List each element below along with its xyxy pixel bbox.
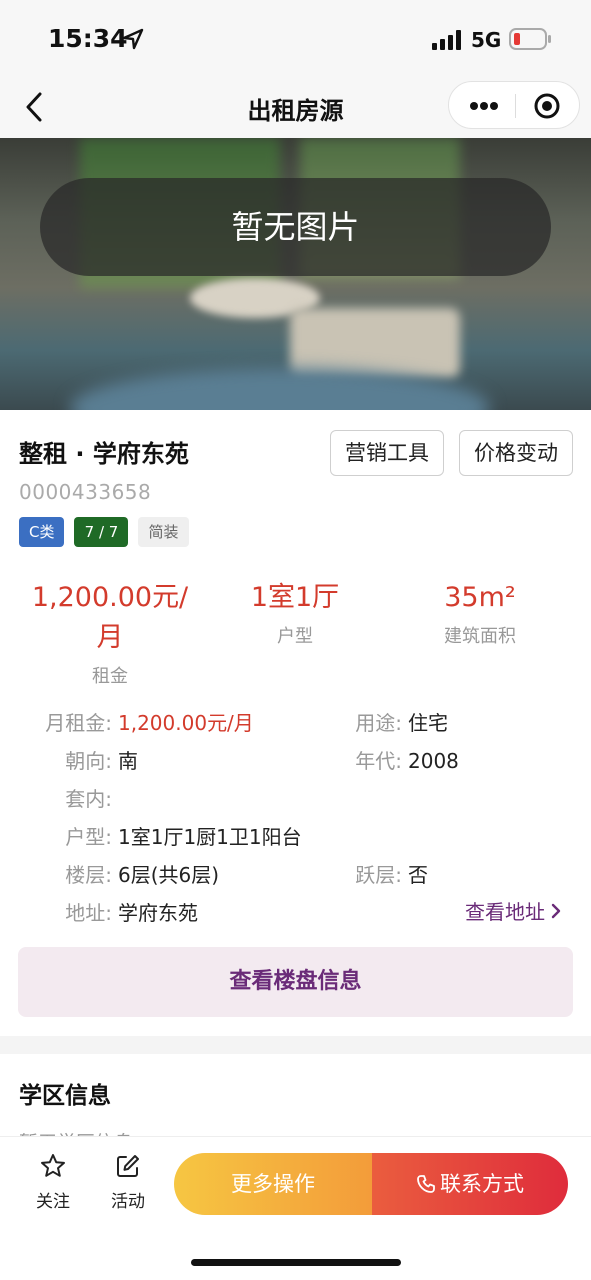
network-type: 5G (471, 28, 502, 52)
monthly-rent-label: 月租金: (45, 711, 112, 735)
area-stat: 35m² 建筑面积 (400, 578, 560, 648)
address-label: 地址: (65, 901, 112, 925)
floor-row: 楼层: 6层(共6层) (0, 859, 219, 888)
nav-bar: 出租房源 (0, 80, 591, 138)
price-change-button[interactable]: 价格变动 (459, 430, 573, 476)
star-icon (41, 1154, 65, 1177)
inner-area-label: 套内: (65, 787, 112, 811)
view-building-info-button[interactable]: 查看楼盘信息 (18, 947, 573, 1017)
view-address-link[interactable]: 查看地址 (465, 896, 561, 925)
floor-badge: 7 / 7 (74, 517, 129, 547)
layout-detail-value: 1室1厅1厨1卫1阳台 (118, 825, 302, 849)
location-arrow-icon (122, 28, 144, 50)
marketing-tools-button[interactable]: 营销工具 (330, 430, 444, 476)
edit-icon (117, 1155, 139, 1177)
listing-code: 0000433658 (19, 480, 152, 504)
address-row: 地址: 学府东苑 (0, 897, 198, 926)
signal-icon (432, 30, 461, 50)
orientation-value: 南 (118, 749, 138, 773)
year-label: 年代: (355, 749, 402, 773)
chevron-right-icon (551, 903, 561, 919)
no-image-overlay: 暂无图片 (40, 178, 551, 276)
more-actions-button[interactable]: 更多操作 (174, 1153, 372, 1215)
bottom-action-bar: 关注 活动 更多操作 联系方式 (0, 1136, 591, 1280)
more-dots-icon[interactable] (469, 96, 499, 116)
address-value: 学府东苑 (118, 901, 198, 925)
monthly-rent-value: 1,200.00元/月 (118, 711, 254, 735)
status-time: 15:34 (48, 24, 128, 53)
listing-photo[interactable]: 暂无图片 (0, 138, 591, 410)
status-bar: 15:34 5G (0, 0, 591, 80)
rent-value-line1: 1,200.00元/ (31, 582, 189, 613)
miniprogram-capsule (448, 81, 580, 129)
layout-stat: 1室1厅 户型 (200, 578, 390, 648)
usage-row: 用途: 住宅 (330, 707, 448, 736)
orientation-row: 朝向: 南 (0, 745, 138, 774)
usage-label: 用途: (355, 711, 402, 735)
duplex-label: 跃层: (355, 863, 402, 887)
year-row: 年代: 2008 (330, 745, 459, 774)
layout-label: 户型 (277, 626, 313, 647)
listing-detail-card: 整租 · 学府东苑 营销工具 价格变动 0000433658 C类 7 / 7 … (0, 410, 591, 1036)
decoration-badge: 简装 (138, 517, 189, 547)
category-badge: C类 (19, 517, 65, 547)
layout-row: 户型: 1室1厅1厨1卫1阳台 (0, 821, 302, 850)
phone-icon (417, 1175, 435, 1193)
battery-icon (509, 28, 551, 50)
orientation-label: 朝向: (65, 749, 112, 773)
listing-tags: C类 7 / 7 简装 (19, 517, 189, 547)
contact-label: 联系方式 (440, 1172, 524, 1196)
year-value: 2008 (408, 749, 459, 773)
area-value: 35m² (444, 582, 516, 613)
follow-button[interactable]: 关注 (18, 1153, 88, 1212)
layout-detail-label: 户型: (65, 825, 112, 849)
view-address-label: 查看地址 (465, 900, 545, 924)
rent-value-line2: 月 (96, 622, 124, 653)
floor-label: 楼层: (65, 863, 112, 887)
rent-stat: 1,200.00元/ 月 租金 (20, 578, 200, 688)
target-icon[interactable] (533, 92, 561, 120)
photo-sofa (290, 308, 460, 378)
listing-title: 整租 · 学府东苑 (19, 440, 189, 468)
duplex-row: 跃层: 否 (330, 859, 428, 888)
home-indicator (191, 1259, 401, 1266)
usage-value: 住宅 (408, 711, 448, 735)
layout-value: 1室1厅 (250, 582, 340, 613)
inner-area-row: 套内: (0, 783, 118, 812)
area-label: 建筑面积 (444, 626, 516, 647)
floor-value: 6层(共6层) (118, 863, 220, 887)
follow-label: 关注 (36, 1192, 70, 1212)
capsule-divider (515, 94, 516, 118)
monthly-rent-row: 月租金: 1,200.00元/月 (0, 707, 254, 736)
duplex-value: 否 (408, 863, 428, 887)
activity-button[interactable]: 活动 (93, 1153, 163, 1212)
rent-label: 租金 (92, 666, 128, 687)
school-district-title: 学区信息 (19, 1083, 111, 1109)
contact-button[interactable]: 联系方式 (372, 1153, 568, 1215)
activity-label: 活动 (111, 1192, 145, 1212)
